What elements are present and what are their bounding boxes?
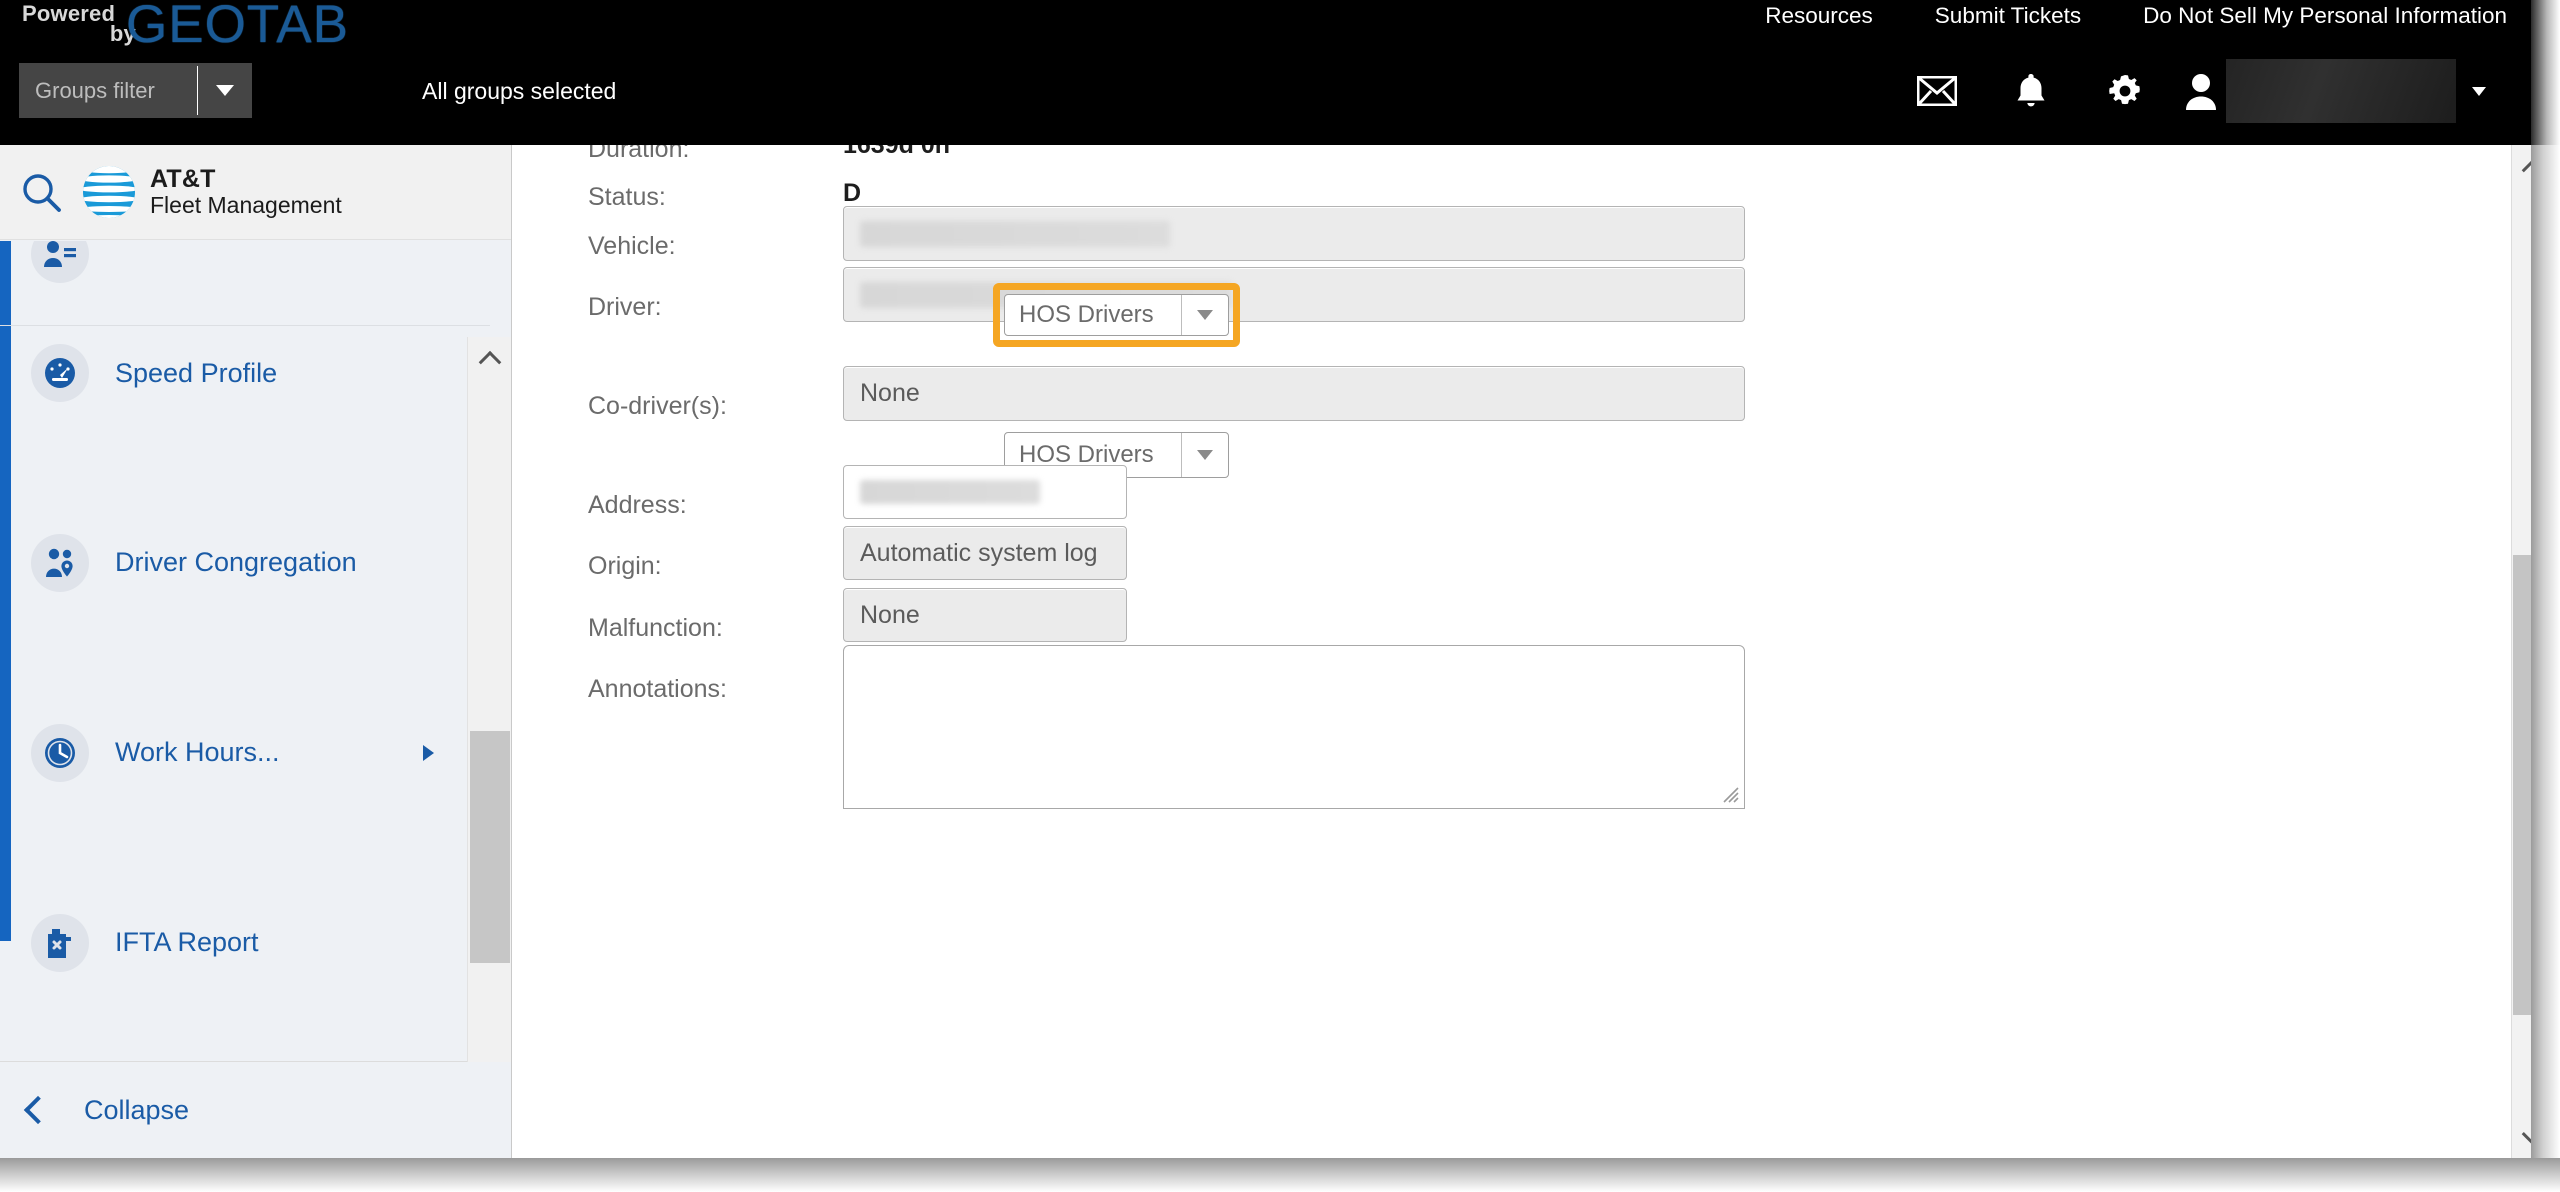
fuel-can-icon	[31, 913, 89, 972]
user-name-redacted[interactable]	[2226, 59, 2456, 123]
label-address: Address:	[588, 491, 687, 519]
origin-value: Automatic system log	[860, 538, 1098, 567]
malfunction-field[interactable]: None	[843, 588, 1127, 642]
driver-field[interactable]	[843, 267, 1745, 322]
sidebar-item-label: IFTA Report	[115, 927, 259, 957]
page-bottom-shadow	[0, 1158, 2560, 1192]
app-window: Powered by GEOTAB Resources Submit Ticke…	[0, 0, 2560, 1192]
top-nav-links: Resources Submit Tickets Do Not Sell My …	[1765, 3, 2507, 29]
sidebar-item-driver-congregation[interactable]: Driver Congregation	[0, 515, 490, 610]
groups-filter-dropdown[interactable]: Groups filter	[19, 63, 252, 118]
link-resources[interactable]: Resources	[1765, 3, 1873, 29]
driver-congregation-icon	[31, 533, 89, 592]
user-menu-caret[interactable]	[2456, 58, 2502, 124]
chevron-left-icon	[23, 1095, 53, 1125]
driver-group-select-caret[interactable]	[1182, 295, 1228, 335]
label-vehicle: Vehicle:	[588, 232, 676, 260]
att-brand: AT&T Fleet Management	[82, 165, 342, 219]
sidebar-scrollbar[interactable]	[467, 337, 511, 1158]
link-submit-tickets[interactable]: Submit Tickets	[1935, 3, 2081, 29]
resize-handle-icon[interactable]	[1718, 782, 1740, 804]
label-status: Status:	[588, 183, 666, 211]
sidebar-item-ifta-report[interactable]: IFTA Report	[0, 895, 490, 990]
codriver-group-select-caret[interactable]	[1182, 433, 1228, 477]
chevron-right-icon	[423, 744, 434, 761]
sidebar-item-work-hours[interactable]: Work Hours...	[0, 705, 490, 800]
att-brand-text: AT&T Fleet Management	[150, 165, 342, 219]
speedometer-icon	[31, 344, 89, 402]
link-do-not-sell[interactable]: Do Not Sell My Personal Information	[2143, 3, 2507, 29]
malfunction-value: None	[860, 600, 920, 629]
gear-icon[interactable]	[2078, 58, 2172, 124]
geotab-logo: GEOTAB	[126, 0, 349, 54]
sidebar-nav-scroll-area: Speed Profile Driver Congregation Work H…	[0, 241, 511, 1158]
chevron-down-icon	[1197, 310, 1213, 320]
left-sidebar: AT&T Fleet Management Speed Profile Driv…	[0, 145, 512, 1158]
sidebar-item-label: Work Hours...	[115, 737, 280, 767]
header-icon-row	[1890, 58, 2502, 124]
sidebar-collapse-button[interactable]: Collapse	[0, 1062, 511, 1158]
label-origin: Origin:	[588, 552, 662, 580]
powered-by-label: Powered by	[22, 1, 140, 46]
label-annotations: Annotations:	[588, 675, 727, 703]
sidebar-item-partial-top[interactable]	[0, 241, 490, 283]
groups-selected-status: All groups selected	[422, 78, 617, 104]
collapse-label: Collapse	[84, 1094, 190, 1125]
att-brand-line2: Fleet Management	[150, 192, 342, 219]
sidebar-item-label: Driver Congregation	[115, 547, 357, 577]
sidebar-item-speed-profile[interactable]: Speed Profile	[0, 325, 490, 420]
groups-filter-caret[interactable]	[198, 63, 252, 118]
main-content-panel: Duration: 1639d 0h Status: D Vehicle: Dr…	[512, 145, 2511, 1158]
people-group-icon	[31, 241, 89, 283]
label-malfunction: Malfunction:	[588, 614, 723, 642]
origin-field[interactable]: Automatic system log	[843, 526, 1127, 580]
driver-group-select-value: HOS Drivers	[1019, 301, 1154, 328]
sidebar-scroll-up-button[interactable]	[468, 337, 511, 379]
value-duration: 1639d 0h	[843, 145, 951, 159]
value-status: D	[843, 179, 862, 207]
sidebar-item-label: Speed Profile	[115, 357, 278, 388]
user-icon[interactable]	[2172, 58, 2230, 124]
address-value-redacted	[860, 480, 1040, 504]
address-field[interactable]	[843, 465, 1127, 519]
sidebar-nav-list: Speed Profile Driver Congregation Work H…	[0, 241, 490, 1158]
vehicle-field[interactable]	[843, 206, 1745, 261]
search-icon	[23, 174, 61, 212]
label-driver: Driver:	[588, 293, 662, 321]
chevron-down-icon	[1197, 450, 1213, 460]
annotations-textarea[interactable]	[843, 645, 1745, 809]
att-globe-icon	[83, 166, 135, 218]
bell-icon[interactable]	[1984, 58, 2078, 124]
att-brand-line1: AT&T	[150, 165, 216, 194]
top-header-bar: Powered by GEOTAB Resources Submit Ticke…	[0, 0, 2531, 145]
envelope-icon[interactable]	[1890, 58, 1984, 124]
label-codrivers: Co-driver(s):	[588, 392, 727, 420]
sidebar-scrollbar-thumb[interactable]	[470, 731, 510, 963]
clock-icon	[31, 723, 89, 782]
label-duration: Duration:	[588, 145, 690, 163]
vehicle-value-redacted	[860, 220, 1170, 247]
codriver-value: None	[860, 379, 920, 407]
codriver-field[interactable]: None	[843, 366, 1745, 421]
chevron-up-icon	[478, 350, 502, 374]
page-right-shadow	[2531, 145, 2560, 1192]
powered-by-line1: Powered	[22, 1, 116, 26]
powered-by-line2: by	[109, 21, 136, 46]
topbar-right-shadow	[2531, 0, 2560, 145]
chevron-down-icon	[216, 85, 234, 96]
chevron-down-icon	[2472, 86, 2486, 96]
driver-group-select[interactable]: HOS Drivers	[1004, 294, 1229, 336]
groups-filter-input[interactable]: Groups filter	[19, 63, 197, 118]
search-button[interactable]	[0, 170, 82, 214]
sidebar-logo-bar: AT&T Fleet Management	[0, 145, 511, 240]
